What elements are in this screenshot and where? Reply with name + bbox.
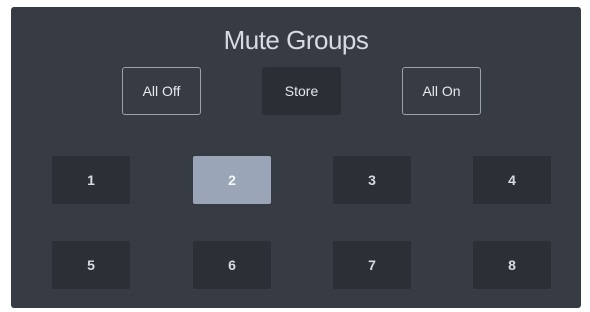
panel-title: Mute Groups (223, 25, 369, 55)
mute-group-1-button[interactable]: 1 (52, 156, 130, 204)
all-off-button[interactable]: All Off (122, 67, 201, 115)
store-button[interactable]: Store (262, 67, 341, 115)
mute-group-2-button[interactable]: 2 (193, 156, 271, 204)
all-on-button[interactable]: All On (402, 67, 481, 115)
mute-group-4-button[interactable]: 4 (473, 156, 551, 204)
mute-group-8-button[interactable]: 8 (473, 241, 551, 289)
mute-group-7-button[interactable]: 7 (333, 241, 411, 289)
mute-group-6-button[interactable]: 6 (193, 241, 271, 289)
mute-group-5-button[interactable]: 5 (52, 241, 130, 289)
mute-group-3-button[interactable]: 3 (333, 156, 411, 204)
mute-groups-panel: Mute Groups All Off Store All On 1 2 3 4… (11, 7, 581, 308)
